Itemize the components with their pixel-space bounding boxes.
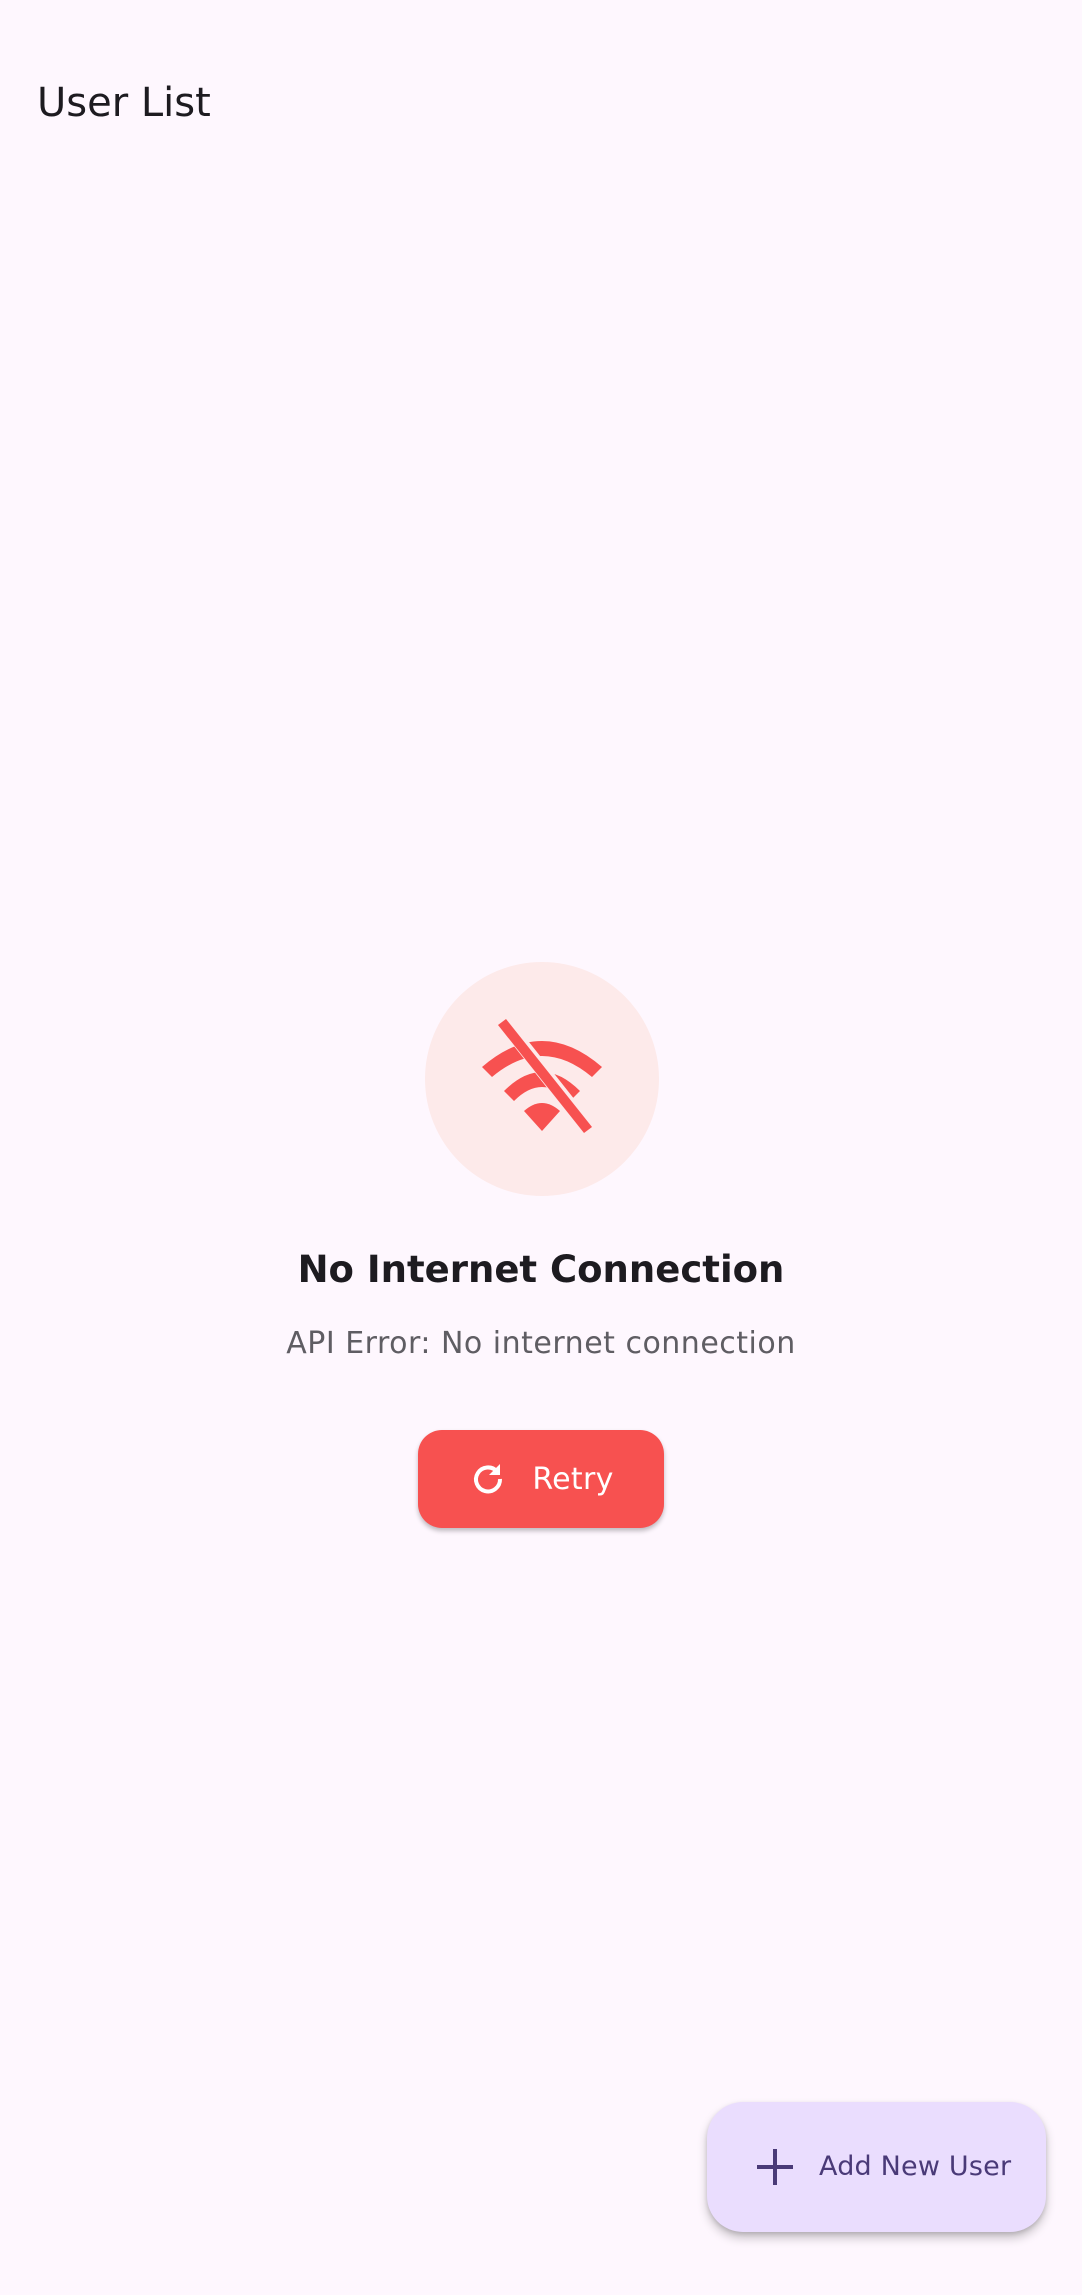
add-new-user-button[interactable]: Add New User: [707, 2102, 1046, 2232]
retry-button[interactable]: Retry: [418, 1430, 664, 1528]
error-message: API Error: No internet connection: [286, 1326, 796, 1361]
fab-label: Add New User: [819, 2151, 1012, 2182]
wifi-off-icon: [482, 1019, 602, 1133]
refresh-icon: [468, 1459, 508, 1499]
retry-label: Retry: [532, 1461, 614, 1497]
page-title: User List: [37, 80, 211, 126]
error-title: No Internet Connection: [297, 1248, 785, 1291]
plus-icon: [757, 2149, 793, 2185]
error-icon-container: [425, 962, 659, 1196]
app-bar: User List: [0, 0, 1082, 210]
